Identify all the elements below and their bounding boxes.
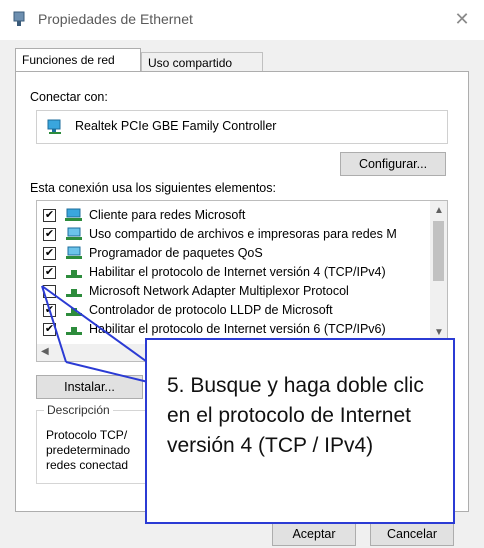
instruction-callout: 5. Busque y haga doble clic en el protoc… xyxy=(145,338,455,524)
tab-network-functions[interactable]: Funciones de red xyxy=(15,48,141,71)
